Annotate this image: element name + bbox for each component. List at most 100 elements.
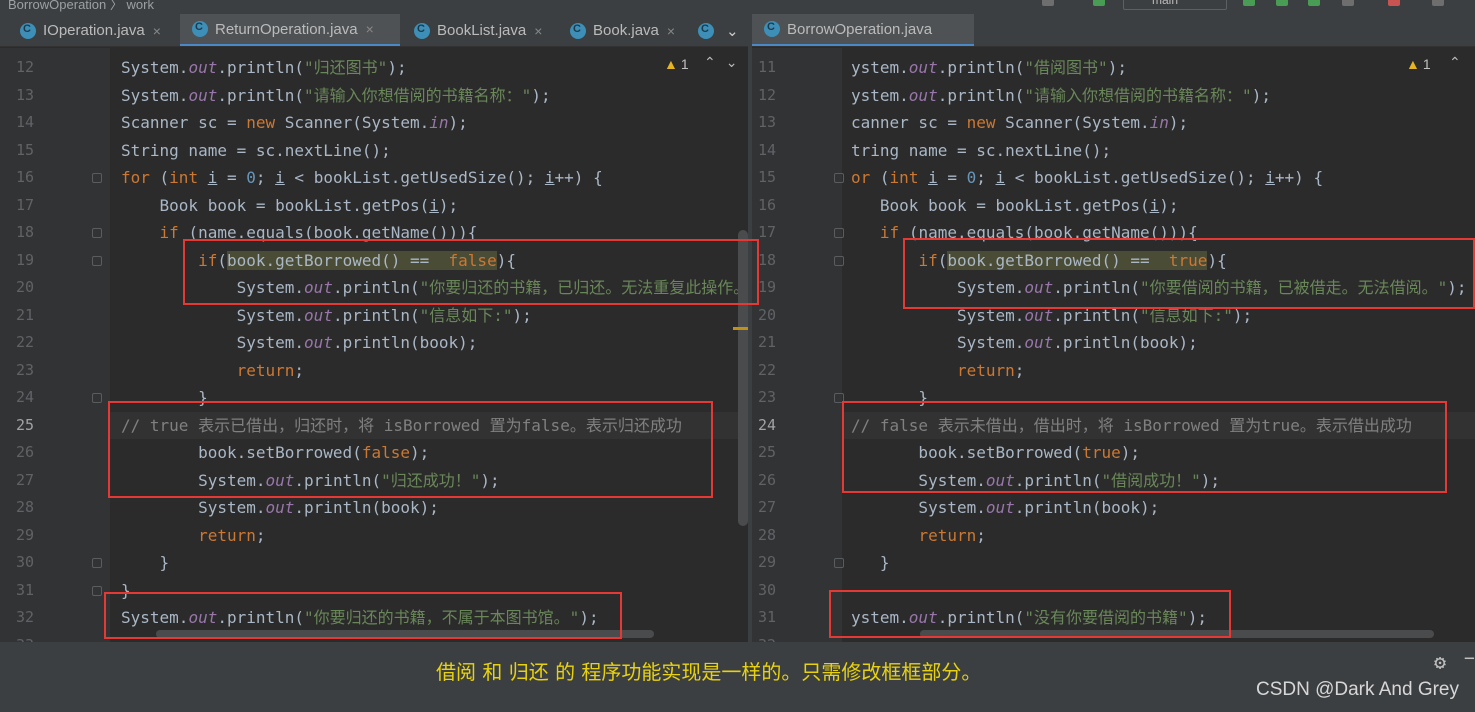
line-number[interactable]: 15 <box>0 137 34 164</box>
right-editor[interactable]: 11 ystem.out.println("借阅图书"); 12 ystem.out.… <box>752 48 1475 642</box>
line-number[interactable]: 14 <box>0 109 34 136</box>
code-line[interactable]: return; <box>851 357 1024 384</box>
gear-icon[interactable]: ⚙ <box>1434 650 1446 674</box>
update-icon[interactable] <box>1276 0 1288 6</box>
code-line[interactable]: return; <box>851 522 985 549</box>
line-number[interactable]: 25 <box>0 412 34 439</box>
code-line[interactable]: System.out.println(book); <box>851 329 1198 356</box>
code-line[interactable]: System.out.println(book); <box>121 494 439 521</box>
line-number[interactable]: 21 <box>752 329 776 356</box>
fold-marker-icon[interactable] <box>834 558 844 568</box>
line-number[interactable]: 20 <box>752 302 776 329</box>
code-line[interactable]: for (int i = 0; i < bookList.getUsedSize… <box>121 164 603 191</box>
code-line[interactable]: } <box>121 549 170 576</box>
inspection-nav[interactable]: ⌃ <box>1449 54 1471 71</box>
line-number[interactable]: 12 <box>752 82 776 109</box>
history-icon[interactable] <box>1342 0 1354 6</box>
close-icon[interactable]: × <box>667 23 675 39</box>
close-icon[interactable]: × <box>153 23 161 39</box>
line-number[interactable]: 31 <box>752 604 776 631</box>
code-line[interactable]: Book book = bookList.getPos(i); <box>851 192 1179 219</box>
line-number[interactable]: 20 <box>0 274 34 301</box>
code-line[interactable]: System.out.println("请输入你想借阅的书籍名称："); <box>121 82 551 109</box>
line-number[interactable]: 27 <box>0 467 34 494</box>
line-number[interactable]: 25 <box>752 439 776 466</box>
line-number[interactable]: 16 <box>0 164 34 191</box>
fold-marker-icon[interactable] <box>92 228 102 238</box>
inspection-widget[interactable]: ▲ 1 <box>664 56 689 72</box>
code-line[interactable]: System.out.println(book); <box>851 494 1159 521</box>
fold-marker-icon[interactable] <box>834 173 844 183</box>
tab-returnoperation[interactable]: ReturnOperation.java × <box>180 14 400 46</box>
fold-marker-icon[interactable] <box>92 255 102 266</box>
tab-booklist[interactable]: BookList.java × <box>402 14 556 46</box>
branch-selector[interactable]: main <box>1123 0 1227 10</box>
code-line[interactable]: Book book = bookList.getPos(i); <box>121 192 459 219</box>
line-number[interactable]: 17 <box>0 192 34 219</box>
line-number[interactable]: 24 <box>0 384 34 411</box>
minimize-icon[interactable]: − <box>1464 648 1475 669</box>
line-number[interactable]: 32 <box>752 632 776 643</box>
line-number[interactable]: 19 <box>0 247 34 274</box>
code-line[interactable]: System.out.println("信息如下:"); <box>121 302 532 329</box>
line-number[interactable]: 26 <box>0 439 34 466</box>
line-number[interactable]: 27 <box>752 494 776 521</box>
line-number[interactable]: 29 <box>0 522 34 549</box>
search-icon[interactable] <box>1432 0 1444 6</box>
fold-marker-icon[interactable] <box>92 173 102 183</box>
line-number[interactable]: 33 <box>0 632 34 643</box>
line-number[interactable]: 28 <box>0 494 34 521</box>
line-number[interactable]: 11 <box>752 54 776 81</box>
fold-marker-icon[interactable] <box>834 228 844 238</box>
line-number[interactable]: 29 <box>752 549 776 576</box>
stop-icon[interactable] <box>1388 0 1400 6</box>
code-line[interactable]: ystem.out.println("借阅图书"); <box>851 54 1127 81</box>
code-line[interactable]: System.out.println("归还图书"); <box>121 54 407 81</box>
inspection-widget[interactable]: ▲ 1 <box>1406 56 1431 72</box>
commit-icon[interactable] <box>1243 0 1255 6</box>
line-number[interactable]: 18 <box>0 219 34 246</box>
tab-overflow[interactable] <box>692 14 716 46</box>
code-line[interactable]: return; <box>121 522 265 549</box>
push-icon[interactable] <box>1308 0 1320 6</box>
line-number[interactable]: 31 <box>0 577 34 604</box>
line-number[interactable]: 13 <box>0 82 34 109</box>
code-line[interactable]: Scanner sc = new Scanner(System.in); <box>121 109 468 136</box>
line-number[interactable]: 14 <box>752 137 776 164</box>
close-icon[interactable]: × <box>534 23 542 39</box>
line-number[interactable]: 30 <box>0 549 34 576</box>
line-number[interactable]: 22 <box>752 357 776 384</box>
code-line[interactable]: String name = sc.nextLine(); <box>121 137 391 164</box>
tab-borrowoperation[interactable]: BorrowOperation.java <box>752 14 974 46</box>
line-number[interactable]: 28 <box>752 522 776 549</box>
tab-ioperation[interactable]: IOperation.java × <box>8 14 178 46</box>
code-line[interactable]: System.out.println(book); <box>121 329 478 356</box>
breadcrumb[interactable]: BorrowOperation 〉 work <box>8 0 154 13</box>
code-line[interactable]: ystem.out.println("请输入你想借阅的书籍名称："); <box>851 82 1271 109</box>
fold-marker-icon[interactable] <box>92 393 102 403</box>
line-number[interactable]: 24 <box>752 412 776 439</box>
fold-marker-icon[interactable] <box>92 558 102 568</box>
line-number[interactable]: 12 <box>0 54 34 81</box>
line-number[interactable]: 16 <box>752 192 776 219</box>
close-icon[interactable]: × <box>366 21 374 37</box>
left-editor[interactable]: 12 System.out.println("归还图书"); 13 System.ou… <box>0 48 748 642</box>
fold-marker-icon[interactable] <box>834 255 844 266</box>
build-icon[interactable] <box>1042 0 1054 6</box>
line-number[interactable]: 21 <box>0 302 34 329</box>
code-line[interactable]: return; <box>121 357 304 384</box>
run-icon[interactable] <box>1093 0 1105 6</box>
tab-list-chevron-icon[interactable]: ⌄ <box>720 14 746 46</box>
line-number[interactable]: 30 <box>752 577 776 604</box>
fold-marker-icon[interactable] <box>92 585 102 596</box>
line-number[interactable]: 15 <box>752 164 776 191</box>
line-number[interactable]: 26 <box>752 467 776 494</box>
line-number[interactable]: 22 <box>0 329 34 356</box>
line-number[interactable]: 23 <box>0 357 34 384</box>
code-line[interactable]: or (int i = 0; i < bookList.getUsedSize(… <box>851 164 1323 191</box>
line-number[interactable]: 13 <box>752 109 776 136</box>
code-line[interactable]: canner sc = new Scanner(System.in); <box>851 109 1188 136</box>
code-line[interactable]: } <box>851 549 890 576</box>
inspection-nav[interactable]: ⌃⌄ <box>704 54 747 71</box>
line-number[interactable]: 32 <box>0 604 34 631</box>
